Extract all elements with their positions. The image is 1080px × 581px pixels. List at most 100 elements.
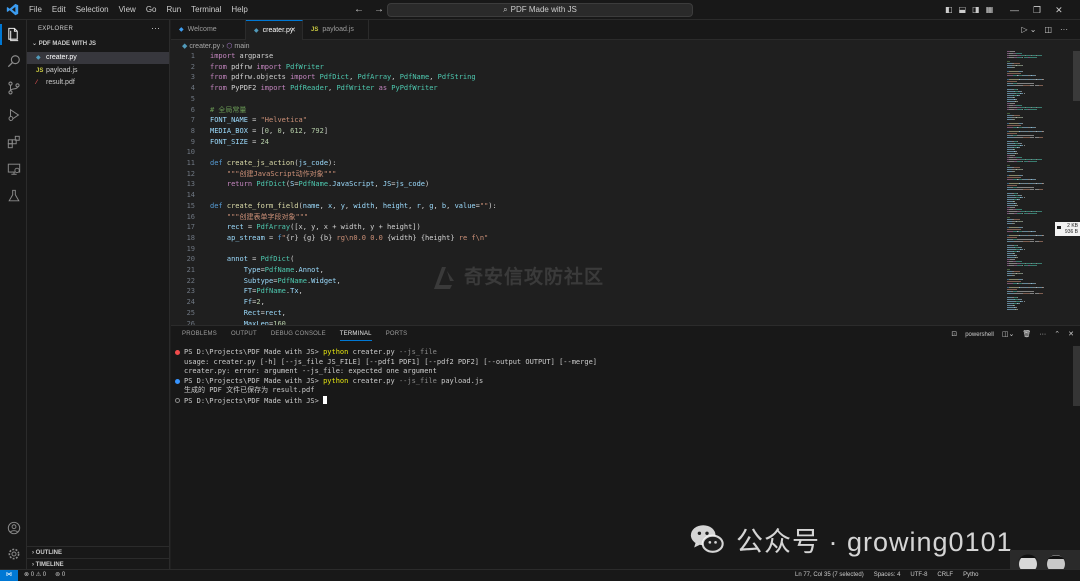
- remote-indicator[interactable]: ⋈: [0, 570, 18, 581]
- explorer-icon[interactable]: [0, 24, 22, 45]
- forward-arrow-icon[interactable]: →: [374, 0, 384, 20]
- file-name: result.pdf: [46, 79, 75, 86]
- file-item[interactable]: JS payload.js: [27, 65, 169, 77]
- maximize-panel-icon[interactable]: ⌃: [1054, 330, 1060, 340]
- menu-item-run[interactable]: Run: [161, 0, 186, 20]
- menu-item-selection[interactable]: Selection: [71, 0, 114, 20]
- run-and-debug-icon[interactable]: [5, 106, 22, 123]
- panel-tab-output[interactable]: OUTPUT: [231, 331, 257, 341]
- code-line: 19: [171, 244, 1001, 255]
- breadcrumb-symbol[interactable]: main: [234, 43, 249, 50]
- menu-item-help[interactable]: Help: [226, 0, 252, 20]
- panel-tab-debug-console[interactable]: DEBUG CONSOLE: [271, 331, 326, 341]
- close-panel-icon[interactable]: ✕: [1068, 330, 1074, 340]
- qianxin-logo-icon: [434, 266, 454, 289]
- testing-flask-icon[interactable]: [5, 187, 22, 204]
- extensions-icon[interactable]: [5, 133, 22, 150]
- minimap-line: [1022, 137, 1031, 138]
- command-decoration-icon[interactable]: [175, 397, 180, 403]
- source-control-icon[interactable]: [5, 79, 22, 96]
- vscode-logo-icon[interactable]: [6, 3, 19, 16]
- code-text: import argparse: [210, 51, 273, 62]
- back-arrow-icon[interactable]: ←: [354, 0, 364, 20]
- close-window-icon[interactable]: ✕: [1055, 0, 1063, 20]
- code-text: MEDIA_BOX = [0, 0, 612, 792]: [210, 126, 328, 137]
- customize-layout-icon[interactable]: ▦: [986, 0, 994, 20]
- tab-creater-py[interactable]: ◆ creater.py ✕: [246, 20, 303, 40]
- end-of-line[interactable]: CRLF: [937, 570, 953, 581]
- command-decoration-icon[interactable]: [175, 350, 180, 355]
- minimap-line: [1007, 185, 1017, 186]
- code-token: ,: [420, 201, 430, 210]
- line-number: 4: [190, 84, 195, 93]
- file-size-hover: 2 KB 936 B: [1055, 222, 1080, 236]
- panel-tab-ports[interactable]: PORTS: [386, 331, 408, 341]
- menu-item-view[interactable]: View: [114, 0, 141, 20]
- line-number: 14: [186, 191, 195, 200]
- code-token: """创建表单字段对象""": [210, 212, 309, 221]
- menu-item-edit[interactable]: Edit: [47, 0, 71, 20]
- command-decoration-icon[interactable]: [175, 378, 180, 384]
- shell-name[interactable]: powershell: [965, 330, 994, 340]
- search-icon[interactable]: [5, 52, 22, 69]
- problems-status[interactable]: ⊗ 0 ⚠ 0: [24, 570, 46, 581]
- code-token: PdfWriter: [336, 84, 375, 93]
- minimap-line: [1007, 81, 1017, 82]
- code-token: def: [210, 201, 223, 210]
- panel-tab-terminal[interactable]: TERMINAL: [339, 331, 372, 341]
- minimap-line: [1007, 189, 1015, 190]
- language-mode[interactable]: Pytho: [963, 570, 978, 581]
- minimap-line: [1013, 271, 1020, 272]
- panel-tab-problems[interactable]: PROBLEMS: [182, 331, 217, 341]
- ports-status[interactable]: ⊚ 0: [55, 570, 65, 581]
- accounts-icon[interactable]: [5, 519, 22, 536]
- toggle-secondary-sidebar-icon[interactable]: ◨: [972, 0, 980, 20]
- line-number: 19: [186, 244, 195, 253]
- code-token: value: [454, 201, 476, 210]
- minimap[interactable]: [1005, 51, 1073, 325]
- code-text: """创建JavaScript动作对象""": [210, 169, 336, 180]
- folder-header[interactable]: ⌄ PDF MADE WITH JS: [32, 40, 96, 47]
- terminal-output[interactable]: PS D:\Projects\PDF Made with JS> python …: [175, 348, 1055, 406]
- editor-scrollbar[interactable]: [1073, 51, 1080, 101]
- command-center-search[interactable]: ⌕ PDF Made with JS: [387, 3, 693, 17]
- toggle-primary-sidebar-icon[interactable]: ◧: [945, 0, 953, 20]
- outline-section[interactable]: › OUTLINE: [27, 546, 169, 558]
- more-actions-icon[interactable]: ···: [1039, 330, 1046, 340]
- tab-payload-js[interactable]: JS payload.js: [303, 20, 369, 40]
- code-token: PdfString: [437, 73, 476, 82]
- tab-welcome[interactable]: ◆ Welcome: [171, 20, 246, 40]
- python-file-icon: ◆: [36, 55, 41, 61]
- minimap-line: [1007, 137, 1015, 138]
- code-line: 1 import argparse: [171, 51, 1001, 62]
- code-token: ,: [429, 73, 438, 82]
- code-token: from: [210, 73, 227, 82]
- cursor-position[interactable]: Ln 77, Col 35 (7 selected): [795, 570, 864, 581]
- remote-explorer-icon[interactable]: [5, 160, 22, 177]
- encoding[interactable]: UTF-8: [910, 570, 927, 581]
- minimap-line: [1030, 161, 1037, 162]
- minimap-line: [1022, 123, 1024, 124]
- file-item[interactable]: ◆ creater.py: [27, 52, 169, 64]
- indentation[interactable]: Spaces: 4: [874, 570, 901, 581]
- more-actions-icon[interactable]: ···: [1060, 20, 1068, 40]
- run-python-file-icon[interactable]: ▷ ⌄: [1021, 20, 1036, 40]
- minimap-line: [1016, 157, 1022, 158]
- close-tab-icon[interactable]: ✕: [290, 21, 296, 41]
- menu-item-file[interactable]: File: [24, 0, 47, 20]
- settings-gear-icon[interactable]: [5, 545, 22, 562]
- line-number: 7: [190, 116, 195, 125]
- toggle-panel-icon[interactable]: ⬓: [959, 0, 967, 20]
- more-actions-icon[interactable]: ···: [151, 23, 160, 33]
- minimize-icon[interactable]: —: [1010, 0, 1019, 20]
- split-terminal-icon[interactable]: ◫⌄: [1002, 330, 1014, 340]
- file-item[interactable]: ⁄ result.pdf: [27, 77, 169, 89]
- terminal-scrollbar[interactable]: [1073, 346, 1080, 406]
- menu-item-terminal[interactable]: Terminal: [186, 0, 226, 20]
- breadcrumb-file[interactable]: creater.py: [189, 43, 220, 50]
- menu-item-go[interactable]: Go: [141, 0, 162, 20]
- kill-terminal-icon[interactable]: 🗑: [1022, 330, 1031, 340]
- minimap-line: [1007, 255, 1014, 256]
- restore-icon[interactable]: ❐: [1033, 0, 1041, 20]
- split-editor-icon[interactable]: ◫: [1044, 20, 1052, 40]
